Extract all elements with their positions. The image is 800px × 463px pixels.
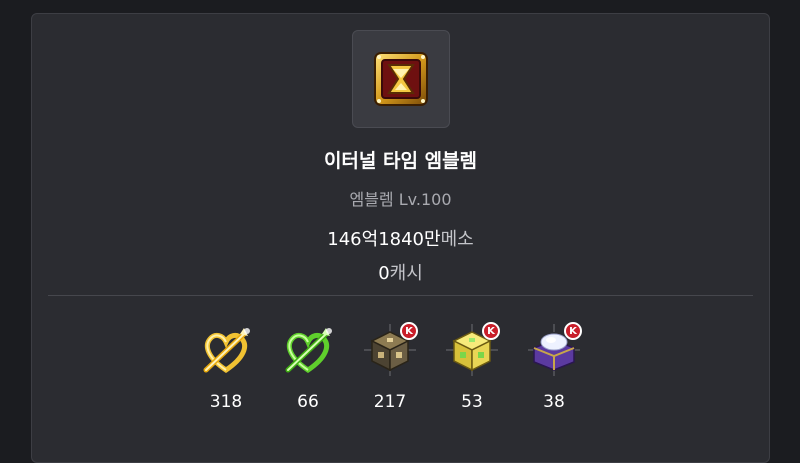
material-item[interactable]: K 38 [524, 320, 584, 412]
material-count: 38 [543, 392, 565, 412]
cash-value: 0 [378, 263, 390, 284]
meso-price: 146억1840만메소 [32, 225, 769, 251]
material-item[interactable]: 318 [196, 320, 256, 412]
material-count: 217 [373, 392, 407, 412]
yellow-cube-icon: K [442, 320, 502, 380]
material-item[interactable]: K 217 [360, 320, 420, 412]
k-badge-icon: K [482, 322, 500, 340]
material-count: 318 [209, 392, 243, 412]
k-badge-icon: K [564, 322, 582, 340]
cash-price: 0캐시 [32, 259, 769, 285]
material-count: 53 [461, 392, 483, 412]
dark-cube-icon: K [360, 320, 420, 380]
green-heart-arrow-icon [278, 320, 338, 380]
item-icon-frame [352, 30, 450, 128]
gold-heart-arrow-icon [196, 320, 256, 380]
item-subtitle: 엠블렘 Lv.100 [349, 190, 452, 209]
meso-value: 146억1840만 [327, 229, 441, 250]
materials-list: 318 66 K 217 K 53 K 38 [196, 320, 584, 412]
purple-box-icon: K [524, 320, 584, 380]
hourglass-emblem-icon [374, 52, 428, 106]
item-detail-card: 이터널 타임 엠블렘 엠블렘 Lv.100 146억1840만메소 0캐시 31… [31, 13, 770, 463]
material-count: 66 [297, 392, 319, 412]
cash-unit: 캐시 [389, 263, 423, 284]
material-item[interactable]: 66 [278, 320, 338, 412]
divider [48, 295, 753, 296]
meso-unit: 메소 [440, 229, 474, 250]
item-name: 이터널 타임 엠블렘 [323, 150, 478, 172]
k-badge-icon: K [400, 322, 418, 340]
material-item[interactable]: K 53 [442, 320, 502, 412]
